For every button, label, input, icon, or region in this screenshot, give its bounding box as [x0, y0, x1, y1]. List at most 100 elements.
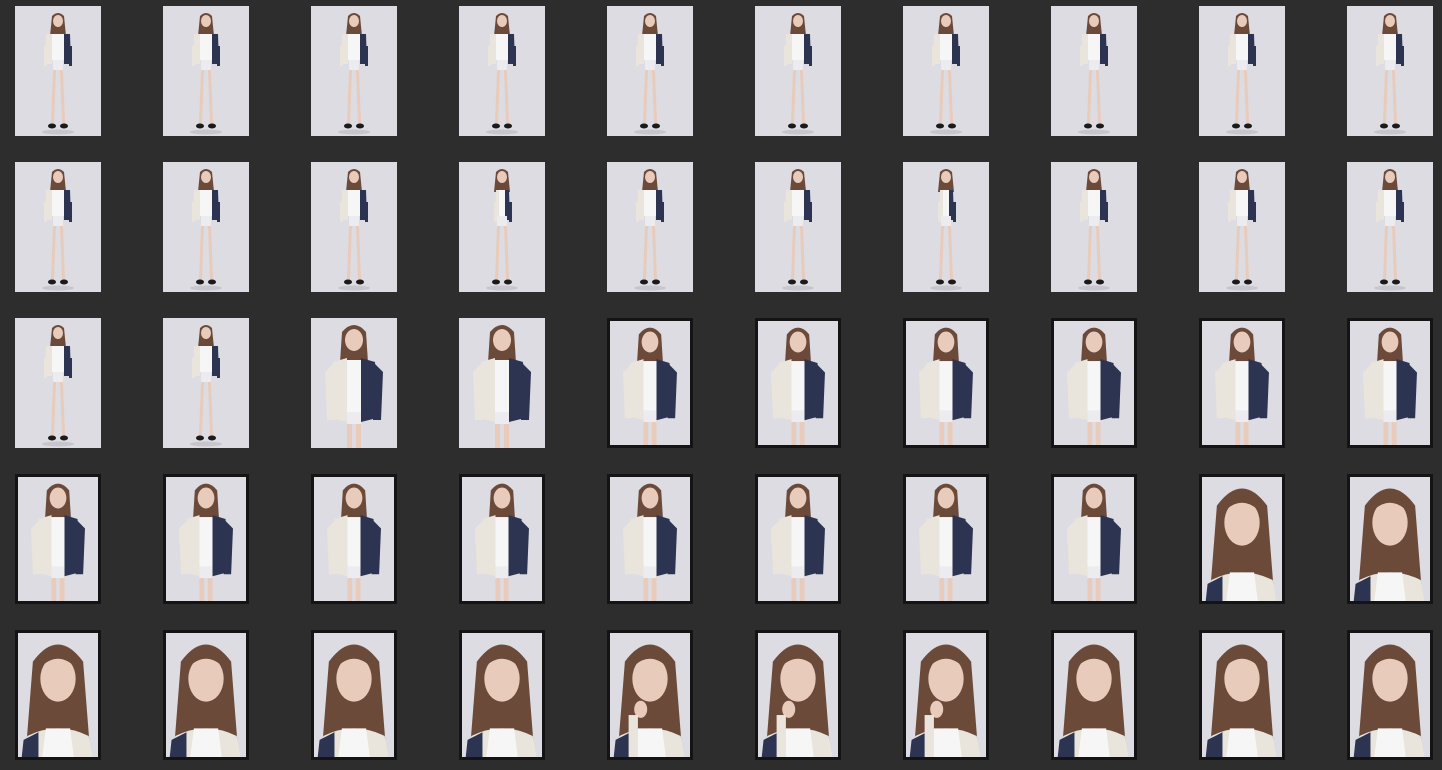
photo-thumbnail[interactable] [163, 6, 249, 136]
photo-thumbnail[interactable] [459, 162, 545, 292]
photo-thumbnail[interactable] [15, 318, 101, 448]
photo-image [1347, 162, 1433, 292]
photo-image [311, 6, 397, 136]
photo-thumbnail[interactable] [755, 318, 841, 448]
photo-thumbnail[interactable] [1347, 474, 1433, 604]
photo-thumbnail[interactable] [903, 630, 989, 760]
photo-thumbnail[interactable] [311, 162, 397, 292]
photo-image [1347, 6, 1433, 136]
photo-thumbnail[interactable] [459, 630, 545, 760]
photo-thumbnail[interactable] [755, 630, 841, 760]
photo-image [462, 633, 542, 757]
photo-image [610, 633, 690, 757]
photo-thumbnail[interactable] [1051, 318, 1137, 448]
photo-image [18, 633, 98, 757]
photo-thumbnail[interactable] [163, 162, 249, 292]
photo-image [163, 318, 249, 448]
photo-image [459, 6, 545, 136]
photo-image [610, 321, 690, 445]
photo-thumbnail[interactable] [607, 474, 693, 604]
photo-image [15, 6, 101, 136]
photo-thumbnail[interactable] [1051, 630, 1137, 760]
photo-image [758, 633, 838, 757]
photo-image [163, 6, 249, 136]
photo-thumbnail[interactable] [903, 6, 989, 136]
photo-image [755, 162, 841, 292]
photo-thumbnail[interactable] [15, 630, 101, 760]
photo-image [15, 318, 101, 448]
photo-image [607, 6, 693, 136]
photo-thumbnail[interactable] [1347, 162, 1433, 292]
photo-image [459, 162, 545, 292]
photo-image [1350, 477, 1430, 601]
photo-image [906, 321, 986, 445]
photo-image [610, 477, 690, 601]
photo-thumbnail[interactable] [1347, 318, 1433, 448]
photo-image [15, 162, 101, 292]
photo-thumbnail[interactable] [311, 318, 397, 448]
photo-image [1202, 633, 1282, 757]
photo-thumbnail[interactable] [1051, 6, 1137, 136]
photo-thumbnail[interactable] [163, 318, 249, 448]
photo-image [903, 6, 989, 136]
photo-image [607, 162, 693, 292]
photo-image [1051, 162, 1137, 292]
photo-thumbnail[interactable] [903, 162, 989, 292]
photo-thumbnail[interactable] [15, 6, 101, 136]
photo-image [1202, 477, 1282, 601]
photo-thumbnail[interactable] [311, 6, 397, 136]
photo-image [459, 318, 545, 448]
photo-image [758, 477, 838, 601]
photo-thumbnail[interactable] [311, 630, 397, 760]
photo-thumbnail[interactable] [1199, 6, 1285, 136]
photo-thumbnail[interactable] [1199, 630, 1285, 760]
photo-thumbnail[interactable] [459, 6, 545, 136]
photo-thumbnail[interactable] [15, 162, 101, 292]
photo-thumbnail[interactable] [1199, 318, 1285, 448]
photo-thumbnail[interactable] [1051, 474, 1137, 604]
photo-image [163, 162, 249, 292]
photo-thumbnail[interactable] [163, 630, 249, 760]
photo-thumbnail[interactable] [1347, 6, 1433, 136]
photo-image [906, 633, 986, 757]
thumbnail-grid [0, 0, 1442, 770]
photo-image [1199, 162, 1285, 292]
photo-thumbnail[interactable] [311, 474, 397, 604]
photo-image [1054, 633, 1134, 757]
photo-image [1350, 321, 1430, 445]
photo-thumbnail[interactable] [903, 318, 989, 448]
photo-image [311, 162, 397, 292]
photo-thumbnail[interactable] [15, 474, 101, 604]
photo-image [906, 477, 986, 601]
photo-thumbnail[interactable] [1051, 162, 1137, 292]
photo-image [1199, 6, 1285, 136]
photo-image [1054, 321, 1134, 445]
photo-thumbnail[interactable] [607, 630, 693, 760]
photo-thumbnail[interactable] [755, 474, 841, 604]
photo-image [462, 477, 542, 601]
photo-image [311, 318, 397, 448]
photo-image [1202, 321, 1282, 445]
photo-thumbnail[interactable] [607, 6, 693, 136]
photo-thumbnail[interactable] [755, 162, 841, 292]
photo-thumbnail[interactable] [607, 162, 693, 292]
photo-image [18, 477, 98, 601]
photo-image [1054, 477, 1134, 601]
photo-thumbnail[interactable] [459, 318, 545, 448]
photo-thumbnail[interactable] [459, 474, 545, 604]
photo-thumbnail[interactable] [755, 6, 841, 136]
photo-thumbnail[interactable] [607, 318, 693, 448]
photo-image [166, 477, 246, 601]
photo-image [314, 477, 394, 601]
photo-thumbnail[interactable] [1347, 630, 1433, 760]
photo-image [1350, 633, 1430, 757]
photo-image [755, 6, 841, 136]
photo-thumbnail[interactable] [903, 474, 989, 604]
photo-image [903, 162, 989, 292]
photo-thumbnail[interactable] [1199, 474, 1285, 604]
photo-thumbnail[interactable] [1199, 162, 1285, 292]
photo-image [314, 633, 394, 757]
photo-thumbnail[interactable] [163, 474, 249, 604]
photo-image [166, 633, 246, 757]
photo-image [1051, 6, 1137, 136]
